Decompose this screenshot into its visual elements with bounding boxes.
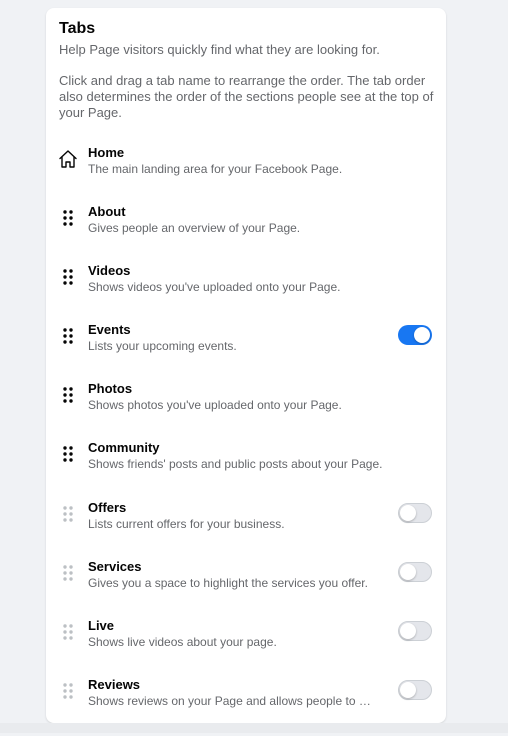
tab-description: Lists current offers for your business.: [88, 517, 285, 531]
tab-name: Reviews: [88, 677, 141, 692]
drag-handle-icon-disabled: [56, 502, 80, 526]
offers-toggle[interactable]: [398, 503, 432, 523]
tabs-settings-card: Tabs Help Page visitors quickly find wha…: [46, 8, 446, 723]
drag-handle-icon-disabled: [56, 561, 80, 585]
home-icon: [56, 147, 80, 171]
tab-description: Shows videos you've uploaded onto your P…: [88, 280, 341, 294]
tab-row-videos[interactable]: Videos Shows videos you've uploaded onto…: [46, 263, 446, 322]
page-bottom-edge: [0, 723, 508, 733]
tab-row-photos[interactable]: Photos Shows photos you've uploaded onto…: [46, 381, 446, 440]
services-toggle[interactable]: [398, 562, 432, 582]
toggle-knob: [414, 327, 430, 343]
drag-handle-icon[interactable]: [56, 206, 80, 230]
toggle-knob: [400, 564, 416, 580]
tab-description: Shows live videos about your page.: [88, 635, 277, 649]
tab-row-events[interactable]: Events Lists your upcoming events.: [46, 322, 446, 381]
events-toggle[interactable]: [398, 325, 432, 345]
toggle-knob: [400, 505, 416, 521]
section-title: Tabs: [59, 20, 96, 37]
tab-description: Lists your upcoming events.: [88, 339, 237, 353]
toggle-knob: [400, 682, 416, 698]
tab-name: Offers: [88, 500, 127, 515]
drag-handle-icon-disabled: [56, 679, 80, 703]
section-subtitle: Help Page visitors quickly find what the…: [59, 42, 380, 57]
tab-name: About: [88, 204, 126, 219]
reviews-toggle[interactable]: [398, 680, 432, 700]
tab-description: Gives people an overview of your Page.: [88, 221, 301, 235]
live-toggle[interactable]: [398, 621, 432, 641]
tab-name: Home: [88, 145, 125, 160]
tab-name: Videos: [88, 263, 131, 278]
tab-description: Gives you a space to highlight the servi…: [88, 576, 368, 590]
tab-name: Photos: [88, 381, 133, 396]
tab-row-live[interactable]: Live Shows live videos about your page.: [46, 618, 446, 677]
tab-description: Shows friends' posts and public posts ab…: [88, 457, 383, 471]
tab-name: Community: [88, 440, 160, 455]
drag-handle-icon[interactable]: [56, 265, 80, 289]
tab-row-home[interactable]: Home The main landing area for your Face…: [46, 145, 446, 204]
tab-name: Events: [88, 322, 131, 337]
tab-row-community[interactable]: Community Shows friends' posts and publi…: [46, 440, 446, 499]
drag-handle-icon-disabled: [56, 620, 80, 644]
tab-description: The main landing area for your Facebook …: [88, 162, 343, 176]
section-instructions: Click and drag a tab name to rearrange t…: [59, 73, 434, 120]
tab-name: Live: [88, 618, 115, 633]
tab-description: Shows reviews on your Page and allows pe…: [88, 694, 378, 708]
tab-description: Shows photos you've uploaded onto your P…: [88, 398, 342, 412]
drag-handle-icon[interactable]: [56, 383, 80, 407]
toggle-knob: [400, 623, 416, 639]
tab-name: Services: [88, 559, 142, 574]
tab-row-about[interactable]: About Gives people an overview of your P…: [46, 204, 446, 263]
tab-row-services[interactable]: Services Gives you a space to highlight …: [46, 559, 446, 618]
drag-handle-icon[interactable]: [56, 324, 80, 348]
tab-row-offers[interactable]: Offers Lists current offers for your bus…: [46, 500, 446, 559]
drag-handle-icon[interactable]: [56, 442, 80, 466]
